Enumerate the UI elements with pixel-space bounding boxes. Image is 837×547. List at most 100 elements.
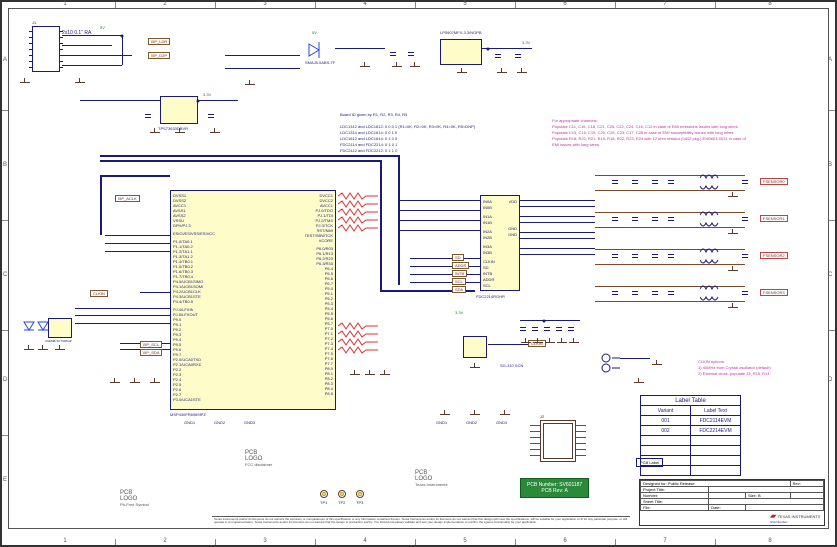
sva-number: SVA Number: — [770, 520, 788, 524]
wire — [520, 232, 595, 233]
col-label: 7 — [663, 538, 666, 544]
pcb-logo: PCB LOGO FCC disclaimer — [245, 450, 272, 467]
wire — [62, 65, 122, 66]
assembly-note: LDC1314 and LDC1614: 0 0 1 0 — [340, 130, 397, 135]
wire — [520, 222, 595, 223]
wire — [520, 238, 595, 239]
gnd-label: GND2 — [466, 420, 477, 425]
gnd-symbol — [130, 378, 140, 386]
cap — [742, 178, 748, 186]
net-tag: I5P_ACLK — [115, 195, 140, 202]
cap — [495, 52, 501, 60]
gnd-symbol — [360, 62, 370, 70]
row-label: C — [828, 272, 832, 278]
col-label: 3 — [263, 1, 266, 7]
gnd-symbol — [150, 128, 160, 136]
pin-line — [576, 455, 586, 456]
cap — [390, 50, 396, 58]
col-label: 2 — [163, 1, 166, 7]
pin-line — [576, 431, 586, 432]
connector-j1 — [32, 26, 60, 72]
cap — [668, 215, 674, 223]
gnd-symbol — [728, 266, 738, 274]
pin-line — [576, 443, 586, 444]
header-ref: J2 — [540, 414, 544, 419]
gnd-symbol — [380, 370, 390, 378]
col-label: 5 — [463, 538, 466, 544]
col-label: 2 — [163, 538, 166, 544]
wire-bus — [100, 175, 170, 177]
wire-bus — [380, 160, 382, 290]
table-row — [641, 456, 741, 466]
net-5v: 5V — [312, 30, 317, 35]
col-label: 6 — [563, 538, 566, 544]
row-label: D — [828, 377, 832, 383]
gnd-symbol — [569, 338, 579, 346]
gnd-symbol — [55, 345, 65, 353]
row-label: B — [828, 162, 832, 168]
wire — [75, 323, 170, 324]
gnd-symbol — [350, 370, 360, 378]
conn-ref: J1 — [32, 20, 36, 25]
sensor-tag: FSENSOR0 — [760, 178, 788, 185]
assembly-note: FDC2114 and FDC2214: 0 1 0 1 — [340, 142, 397, 147]
wire — [520, 216, 595, 217]
gnd-symbol — [470, 410, 480, 418]
ic-partno: LP5907MFX-3.3/NOPB — [440, 30, 482, 35]
osc-part: ASEMB-32.768KHZ — [45, 339, 72, 343]
disclaimer: Texas Instruments and/or its licensors d… — [212, 516, 630, 528]
cap — [668, 178, 674, 186]
wire — [620, 358, 650, 359]
sensor-tag: FSENSOR3 — [760, 289, 788, 296]
cap — [532, 325, 538, 333]
col-label: 7 — [663, 1, 666, 7]
testpoint-label: TP3 — [356, 500, 363, 505]
cap — [612, 215, 618, 223]
row-label: A — [3, 57, 7, 63]
resistor-array — [338, 322, 378, 362]
wire — [62, 45, 112, 46]
net-node — [197, 100, 200, 103]
table-row — [641, 466, 741, 476]
ic-reg-lp5907 — [440, 39, 482, 65]
row-label: E — [3, 477, 7, 483]
cap — [668, 252, 674, 260]
assembly-note: FDC2112 and FDC2212: 0 1 1 0 — [340, 148, 397, 153]
gnd-symbol — [392, 62, 402, 70]
wire — [75, 315, 170, 316]
cap — [632, 252, 638, 260]
wire — [520, 248, 595, 249]
pcb-logo: PCB LOGO Pb-Free Symbol — [120, 490, 149, 507]
wire — [400, 200, 480, 201]
net-tag: I5P_D2P — [148, 52, 170, 59]
sensor-tag: FSENSOR2 — [760, 252, 788, 259]
ti-logo-icon: ▰ TEXAS INSTRUMENTS — [770, 512, 820, 520]
wire — [595, 190, 745, 191]
net-tag: ADDR — [452, 262, 469, 269]
gnd-symbol — [245, 80, 255, 88]
inductor-ch3 — [700, 283, 722, 303]
pin-line — [576, 425, 586, 426]
header-j2 — [540, 420, 576, 462]
pin-line — [530, 425, 540, 426]
wire — [595, 264, 745, 265]
net-tag: I5P_SCL — [140, 341, 162, 348]
table-row — [641, 446, 741, 456]
label-table-title: Label Table — [641, 396, 741, 406]
led-d1 — [22, 318, 36, 338]
wire-bus — [100, 175, 102, 235]
inductor-ch1 — [700, 209, 722, 229]
cap — [544, 325, 550, 333]
inductor-ch2 — [700, 246, 722, 266]
row-label: C — [3, 272, 7, 278]
net-node — [121, 35, 124, 38]
col-label: 4 — [363, 1, 366, 7]
pin-line — [530, 455, 540, 456]
diode-part: SMAJ5.0ABS-TF — [305, 60, 335, 65]
pink-note: For appropriate channels: — [552, 118, 598, 123]
gnd-symbol — [517, 68, 527, 76]
cap — [568, 325, 574, 333]
cap — [556, 325, 562, 333]
testpoint-label: TP2 — [338, 500, 345, 505]
ic-afe-fdc2214: IN0A IN0B IN1A IN1B IN2A IN2B IN3A IN3B … — [480, 195, 520, 291]
